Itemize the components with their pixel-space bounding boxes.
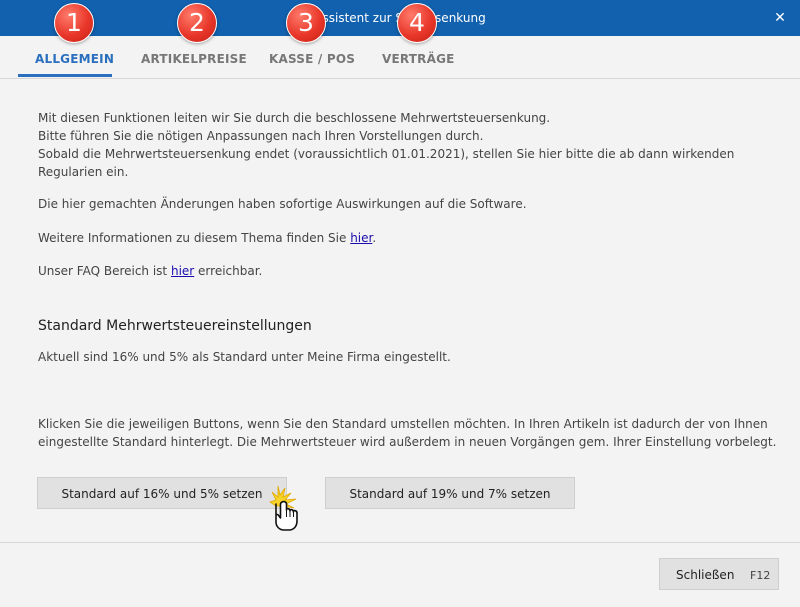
instructions-text: Klicken Sie die jeweiligen Buttons, wenn…	[38, 415, 776, 451]
intro-line-2: Bitte führen Sie die nötigen Anpassungen…	[38, 129, 484, 143]
main-content: Mit diesen Funktionen leiten wir Sie dur…	[0, 79, 800, 542]
hand-cursor-icon	[256, 484, 304, 532]
set-19-7-button[interactable]: Standard auf 19% und 7% setzen	[325, 477, 575, 509]
tab-bar: ALLGEMEIN ARTIKELPREISE KASSE / POS VERT…	[0, 36, 800, 79]
close-button-label: Schließen	[676, 568, 735, 582]
set-16-5-button[interactable]: Standard auf 16% und 5% setzen	[37, 477, 287, 509]
step-badge-4: 4	[397, 3, 437, 43]
current-standard-text: Aktuell sind 16% und 5% als Standard unt…	[38, 350, 451, 364]
faq-prefix: Unser FAQ Bereich ist	[38, 264, 171, 278]
intro-text: Mit diesen Funktionen leiten wir Sie dur…	[38, 109, 734, 181]
notice-text: Die hier gemachten Änderungen haben sofo…	[38, 197, 527, 211]
info-prefix: Weitere Informationen zu diesem Thema fi…	[38, 231, 351, 245]
intro-line-1: Mit diesen Funktionen leiten wir Sie dur…	[38, 111, 551, 125]
section-heading: Standard Mehrwertsteuereinstellungen	[38, 318, 312, 334]
tab-artikelpreise[interactable]: ARTIKELPREISE	[141, 52, 247, 66]
tab-vertraege[interactable]: VERTRÄGE	[382, 52, 455, 66]
instructions-line-2: eingestellte Standard hinterlegt. Die Me…	[38, 435, 777, 449]
tab-allgemein[interactable]: ALLGEMEIN	[35, 52, 114, 66]
close-button[interactable]: Schließen F12	[659, 558, 779, 590]
close-shortcut: F12	[750, 569, 771, 582]
tab-kasse-pos[interactable]: KASSE / POS	[269, 52, 355, 66]
footer-bar: Schließen F12	[0, 542, 800, 607]
info-link[interactable]: hier	[350, 231, 372, 245]
intro-line-3: Sobald die Mehrwertsteuersenkung endet (…	[38, 147, 735, 161]
instructions-line-1: Klicken Sie die jeweiligen Buttons, wenn…	[38, 417, 768, 431]
step-badge-3: 3	[286, 3, 326, 43]
faq-link[interactable]: hier	[171, 264, 194, 278]
close-icon[interactable]: ✕	[760, 0, 800, 36]
info-suffix: .	[372, 231, 377, 245]
step-badge-2: 2	[177, 3, 217, 43]
intro-line-4: Regularien ein.	[38, 165, 129, 179]
info-text: Weitere Informationen zu diesem Thema fi…	[38, 229, 376, 247]
step-badge-1: 1	[54, 3, 94, 43]
faq-suffix: erreichbar.	[194, 264, 263, 278]
active-tab-indicator	[18, 74, 112, 77]
faq-text: Unser FAQ Bereich ist hier erreichbar.	[38, 262, 262, 280]
